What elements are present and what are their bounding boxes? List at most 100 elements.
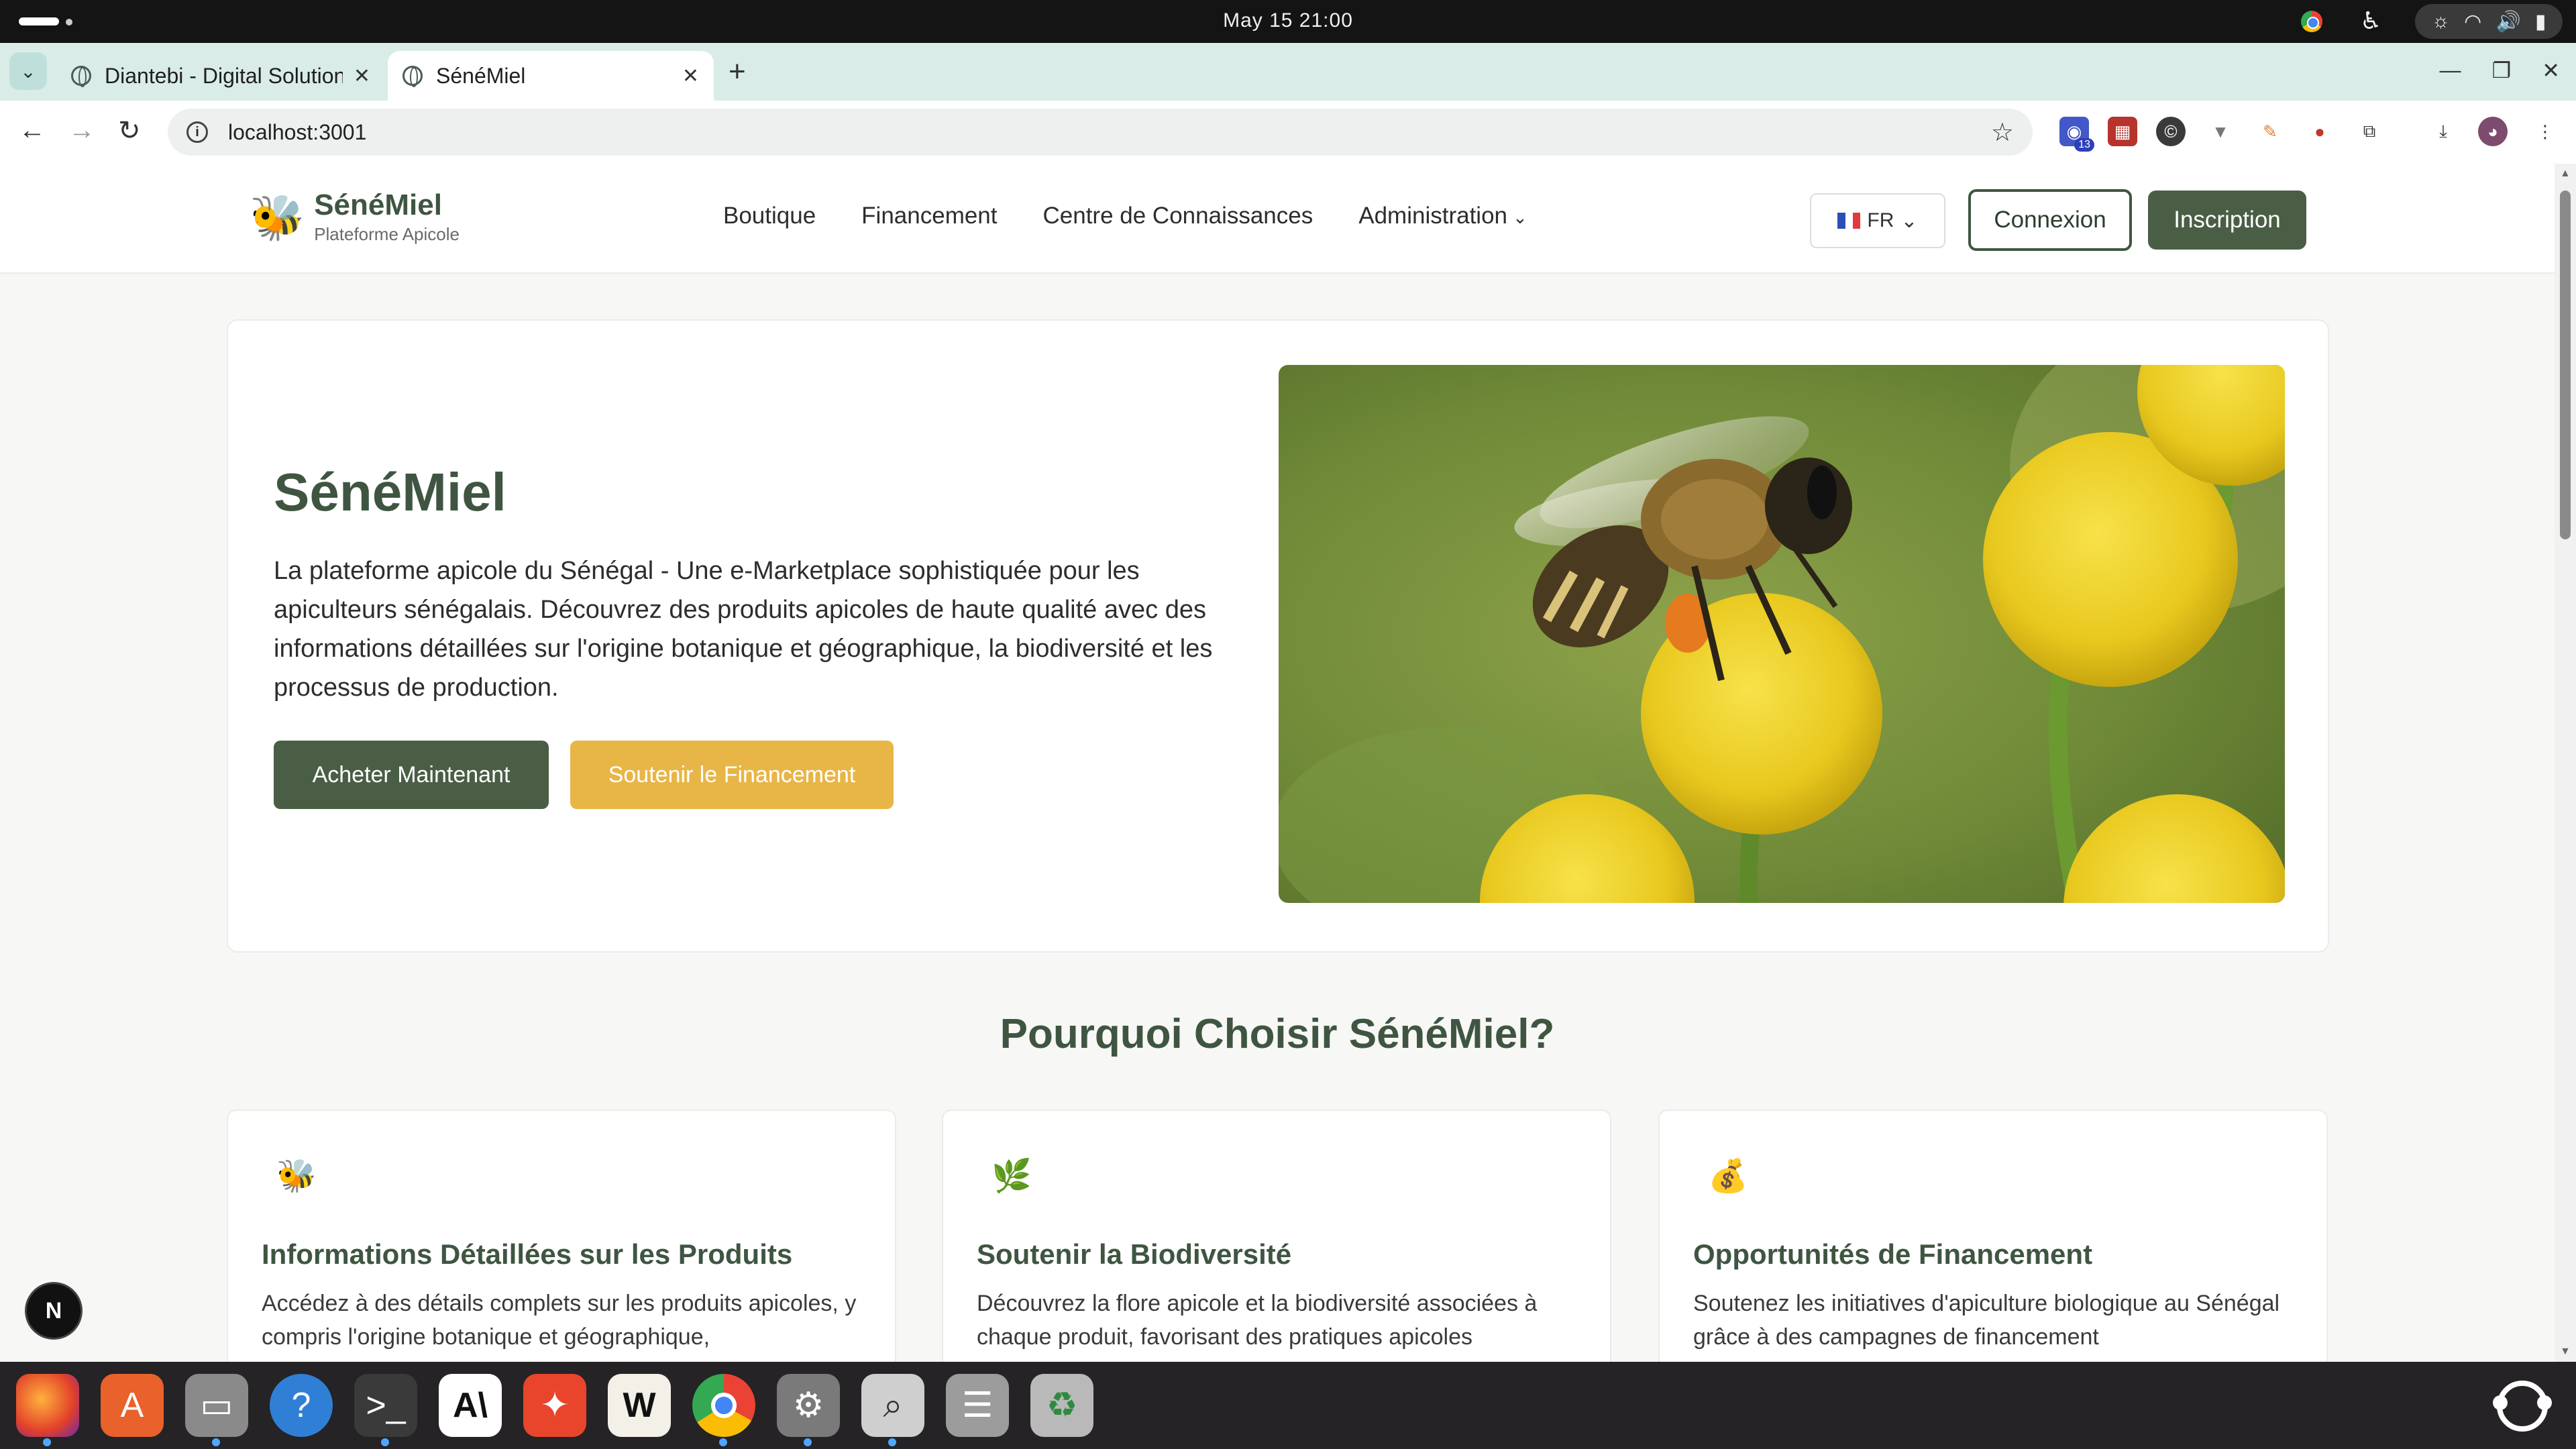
back-icon[interactable]: ← (19, 115, 46, 146)
new-tab-button[interactable]: + (729, 55, 746, 89)
nav-funding[interactable]: Financement (861, 203, 997, 229)
nav-shop[interactable]: Boutique (723, 203, 816, 229)
brand-logo[interactable]: 🐝 SénéMiel Plateforme Apicole (250, 191, 460, 245)
xmind-icon[interactable]: ✦ (523, 1374, 586, 1437)
running-indicator (381, 1438, 389, 1446)
chrome-icon[interactable] (692, 1374, 755, 1446)
system-clock[interactable]: May 15 21:00 (0, 9, 2576, 32)
extension-icon[interactable]: © (2156, 117, 2186, 146)
app-center-icon[interactable]: A (101, 1374, 164, 1437)
trash-icon[interactable]: ♻ (1030, 1374, 1093, 1437)
feature-card: 🌿 Soutenir la Biodiversité Découvrez la … (942, 1110, 1611, 1362)
download-icon[interactable]: ⤓ (2428, 117, 2458, 146)
browser-tab-strip: ⌄ Diantebi - Digital Solutions ✕ SénéMie… (0, 43, 2576, 101)
running-indicator (212, 1438, 220, 1446)
browser-toolbar: ← → ↻ i localhost:3001 ☆ ◉ 13 ▦ © ▼ ✎ ● ⧉… (0, 101, 2576, 164)
feature-title: Opportunités de Financement (1693, 1238, 2093, 1270)
help-icon[interactable]: ? (270, 1374, 333, 1437)
profile-avatar[interactable]: ◕ (2478, 117, 2508, 146)
chrome-indicator-icon[interactable] (2301, 11, 2322, 32)
language-label: FR (1867, 209, 1894, 231)
nextjs-dev-badge[interactable]: N (27, 1284, 80, 1338)
files-icon[interactable]: ▭ (185, 1374, 248, 1446)
signup-button[interactable]: Inscription (2148, 191, 2306, 250)
tab-search-button[interactable]: ⌄ (9, 52, 47, 90)
settings-gear-icon[interactable]: ⚙ (777, 1374, 840, 1446)
feature-title: Soutenir la Biodiversité (977, 1238, 1292, 1270)
terminal-icon[interactable]: >_ (354, 1374, 417, 1446)
close-icon[interactable]: ✕ (682, 64, 699, 88)
close-window-icon[interactable]: ✕ (2542, 58, 2560, 83)
bee-logo-icon: 🐝 (250, 192, 305, 242)
forward-icon[interactable]: → (68, 115, 95, 146)
anthropic-icon[interactable]: A\ (439, 1374, 502, 1437)
brightness-icon: ☼ (2431, 10, 2451, 32)
nav-admin[interactable]: Administration ⌄ (1358, 203, 1527, 229)
feature-title: Informations Détaillées sur les Produits (262, 1238, 793, 1270)
url-text[interactable]: localhost:3001 (228, 120, 1991, 145)
feature-card: 💰 Opportunités de Financement Soutenez l… (1658, 1110, 2328, 1362)
buy-now-button[interactable]: Acheter Maintenant (274, 741, 549, 809)
brand-name: SénéMiel (314, 189, 442, 221)
battery-icon: ▮ (2534, 10, 2546, 33)
search-icon[interactable]: ⌕ (861, 1374, 924, 1446)
tab-diantebi[interactable]: Diantebi - Digital Solutions ✕ (56, 51, 385, 101)
site-header: 🐝 SénéMiel Plateforme Apicole Boutique F… (0, 164, 2555, 274)
nav-knowledge[interactable]: Centre de Connaissances (1043, 203, 1313, 229)
brand-tagline: Plateforme Apicole (314, 224, 460, 244)
running-indicator (719, 1438, 727, 1446)
hero-photo (1279, 365, 2285, 903)
tab-title: SénéMiel (436, 63, 526, 88)
firefox-icon[interactable] (16, 1374, 79, 1446)
extension-icon[interactable]: ● (2305, 117, 2334, 146)
windsurf-icon[interactable]: W (608, 1374, 671, 1437)
menu-kebab-icon[interactable]: ⋮ (2530, 117, 2560, 146)
running-indicator (888, 1438, 896, 1446)
bee-on-flower-image (1279, 365, 2285, 903)
running-indicator (43, 1438, 51, 1446)
extension-icon[interactable]: ✎ (2255, 117, 2285, 146)
bee-icon: 🐝 (276, 1159, 317, 1194)
hero-description: La plateforme apicole du Sénégal - Une e… (274, 557, 1213, 702)
language-select[interactable]: FR ⌄ (1810, 193, 1945, 248)
site-info-icon[interactable]: i (186, 121, 208, 143)
bookmark-star-icon[interactable]: ☆ (1991, 117, 2014, 148)
login-button[interactable]: Connexion (1968, 189, 2132, 251)
extension-icon[interactable]: ▦ (2108, 117, 2137, 146)
volume-icon: 🔊 (2496, 10, 2521, 33)
scroll-down-icon[interactable]: ▼ (2560, 1346, 2571, 1358)
restore-icon[interactable]: ❐ (2492, 58, 2512, 83)
chevron-down-icon: ⌄ (1513, 207, 1527, 227)
page-viewport: 🐝 SénéMiel Plateforme Apicole Boutique F… (0, 164, 2555, 1362)
extensions-puzzle-icon[interactable]: ⧉ (2355, 117, 2384, 146)
chevron-down-icon: ⌄ (1900, 209, 1918, 232)
accessibility-icon[interactable]: ♿ (2360, 7, 2381, 35)
scrollbar-thumb[interactable] (2560, 191, 2571, 539)
reload-icon[interactable]: ↻ (118, 115, 141, 146)
hero-card: SénéMiel La plateforme apicole du Sénéga… (227, 319, 2329, 953)
scroll-up-icon[interactable]: ▲ (2560, 168, 2571, 180)
globe-icon (71, 66, 91, 87)
system-status-menu[interactable]: ☼ ◠ 🔊 ▮ (2415, 4, 2563, 39)
extension-icon[interactable]: ◉ 13 (2059, 117, 2094, 152)
why-section-title: Pourquoi Choisir SénéMiel? (1000, 1011, 1555, 1057)
show-apps-icon[interactable] (2493, 1381, 2552, 1432)
leaf-icon: 🌿 (991, 1159, 1032, 1194)
address-bar[interactable]: i localhost:3001 ☆ (168, 109, 2033, 156)
support-funding-button[interactable]: Soutenir le Financement (570, 741, 894, 809)
extension-badge: 13 (2074, 138, 2094, 152)
extension-icon[interactable]: ▼ (2206, 117, 2235, 146)
close-icon[interactable]: ✕ (354, 64, 370, 88)
page-scrollbar[interactable]: ▲ ▼ (2555, 164, 2576, 1362)
os-top-bar: May 15 21:00 ♿ ☼ ◠ 🔊 ▮ (0, 0, 2576, 43)
globe-icon (402, 66, 423, 87)
minimize-icon[interactable]: — (2440, 58, 2461, 83)
feature-card: 🐝 Informations Détaillées sur les Produi… (227, 1110, 896, 1362)
french-flag-icon (1837, 213, 1861, 229)
feature-description: Accédez à des détails complets sur les p… (262, 1291, 857, 1350)
window-controls: — ❐ ✕ (2440, 58, 2561, 83)
hero-title: SénéMiel (274, 462, 506, 522)
wifi-icon: ◠ (2464, 10, 2482, 33)
archive-icon[interactable]: ☰ (946, 1374, 1009, 1437)
tab-senemiel[interactable]: SénéMiel ✕ (388, 51, 714, 101)
